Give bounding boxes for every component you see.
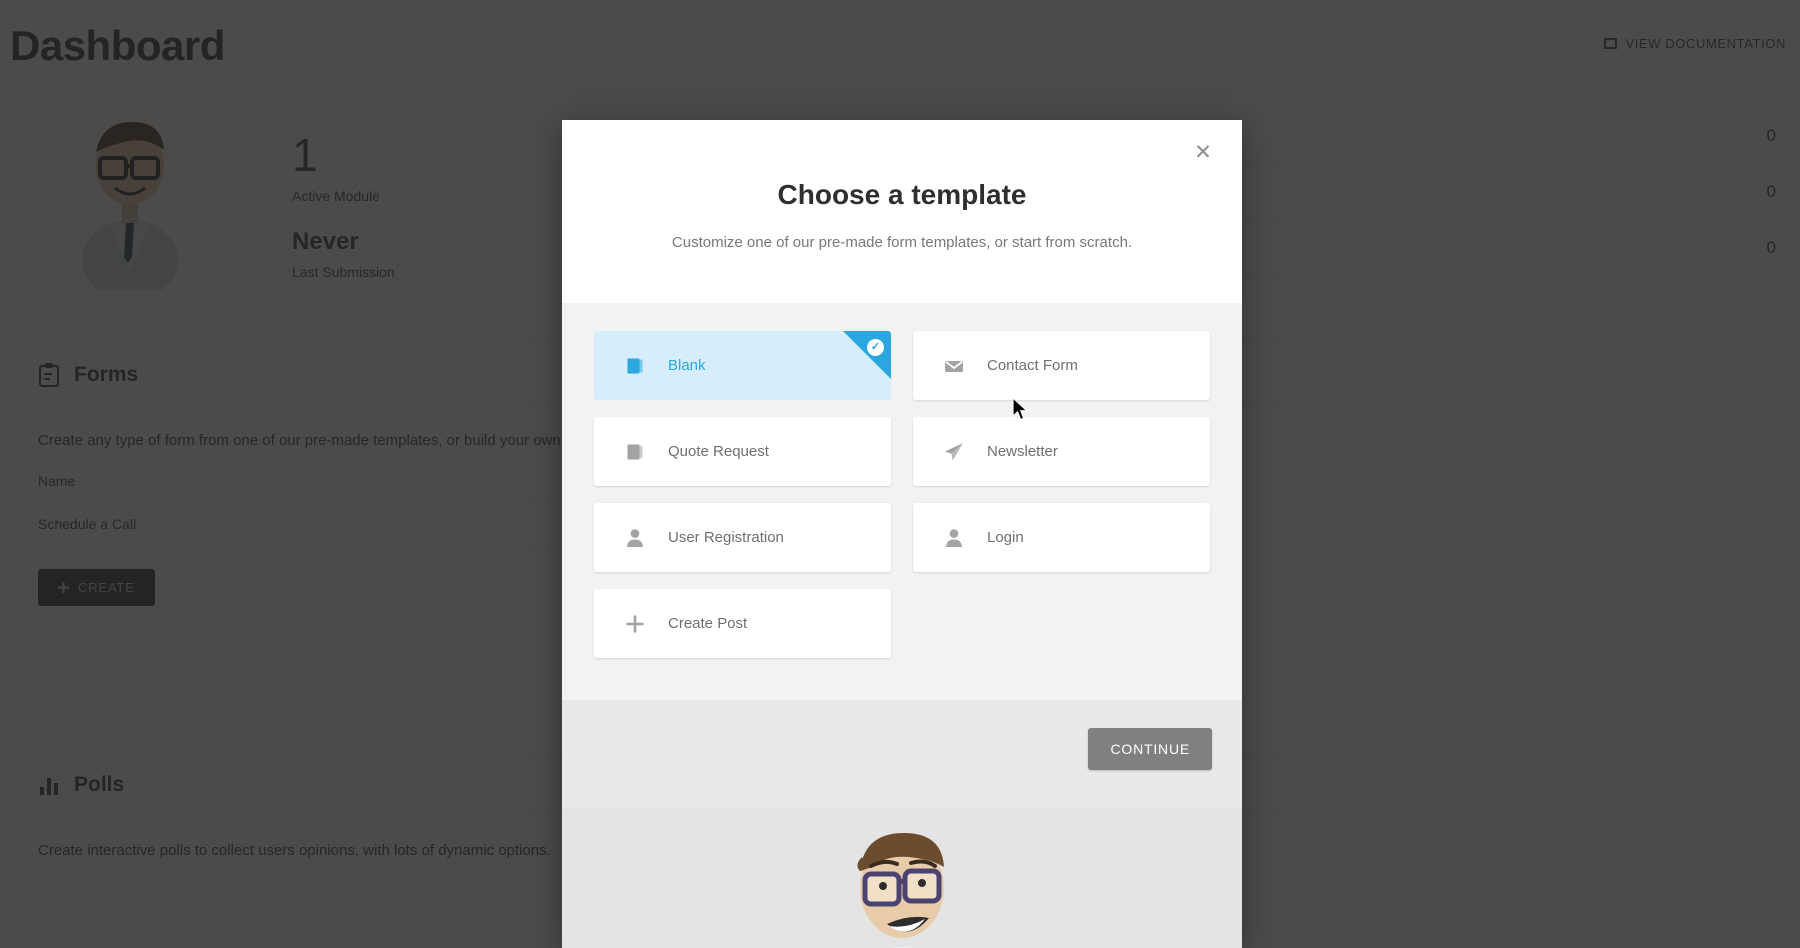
paper-plane-icon <box>944 442 964 462</box>
book-icon <box>625 442 645 462</box>
template-card-contact-form[interactable]: Contact Form <box>913 331 1210 400</box>
template-card-blank[interactable]: Blank ✓ <box>594 331 891 400</box>
template-card-label: Newsletter <box>987 443 1058 460</box>
modal-body: Blank ✓ Contact Form Quote Request Newslette… <box>562 303 1242 700</box>
template-card-quote-request[interactable]: Quote Request <box>594 417 891 486</box>
template-card-newsletter[interactable]: Newsletter <box>913 417 1210 486</box>
choose-template-modal: ✕ Choose a template Customize one of our… <box>562 120 1242 948</box>
template-card-label: User Registration <box>668 529 784 546</box>
modal-footer: CONTINUE <box>562 700 1242 808</box>
modal-header: ✕ Choose a template Customize one of our… <box>562 120 1242 303</box>
template-card-label: Contact Form <box>987 357 1078 374</box>
template-card-create-post[interactable]: Create Post <box>594 589 891 658</box>
modal-subtitle: Customize one of our pre-made form templ… <box>671 234 1133 251</box>
template-card-user-registration[interactable]: User Registration <box>594 503 891 572</box>
template-card-label: Blank <box>668 357 706 374</box>
template-card-login[interactable]: Login <box>913 503 1210 572</box>
person-icon <box>944 528 964 548</box>
modal-title: Choose a template <box>777 179 1027 210</box>
template-card-label: Login <box>987 529 1024 546</box>
close-icon[interactable]: ✕ <box>1190 140 1216 166</box>
book-icon <box>625 356 645 376</box>
continue-button[interactable]: CONTINUE <box>1088 728 1212 770</box>
modal-mascot-area <box>562 808 1242 948</box>
check-circle-icon: ✓ <box>867 339 884 356</box>
template-grid: Blank ✓ Contact Form Quote Request Newslette… <box>594 331 1210 658</box>
mascot-illustration <box>857 833 944 948</box>
person-icon <box>625 528 645 548</box>
envelope-icon <box>944 356 964 376</box>
selected-corner-flag <box>843 331 891 379</box>
template-card-label: Create Post <box>668 615 748 632</box>
plus-icon <box>625 614 645 634</box>
template-card-label: Quote Request <box>668 443 769 460</box>
